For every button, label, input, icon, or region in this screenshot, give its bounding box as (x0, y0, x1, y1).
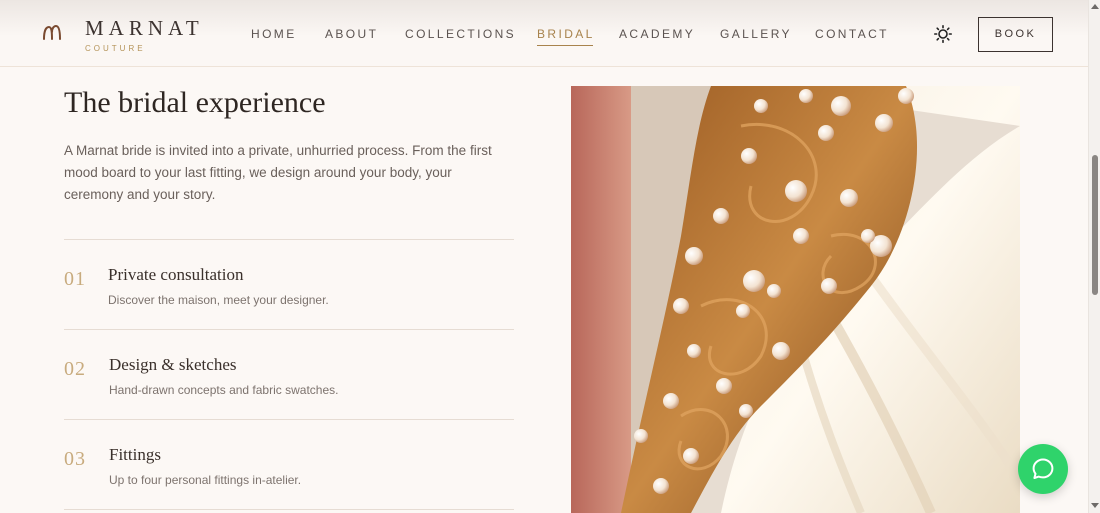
step-title: Fittings (109, 445, 161, 464)
nav-contact[interactable]: CONTACT (815, 27, 889, 41)
monogram-icon[interactable] (42, 22, 62, 42)
book-button[interactable]: BOOK (978, 17, 1053, 52)
step-description: Up to four personal fittings in-atelier. (109, 473, 302, 487)
page-title: The bridal experience (64, 86, 326, 119)
scroll-down-arrow-icon[interactable] (1091, 503, 1099, 509)
nav-bridal[interactable]: BRIDAL (537, 27, 595, 46)
sun-icon[interactable] (934, 25, 952, 43)
nav-about[interactable]: ABOUT (325, 27, 378, 41)
chat-bubble-icon (1032, 458, 1054, 479)
step-description: Hand-drawn concepts and fabric swatches. (109, 383, 339, 397)
nav-home[interactable]: HOME (251, 27, 297, 41)
nav-gallery[interactable]: GALLERY (720, 27, 792, 41)
nav-collections[interactable]: COLLECTIONS (405, 27, 516, 41)
divider (64, 509, 514, 511)
brand-tagline: COUTURE (85, 44, 146, 53)
step-number: 03 (64, 448, 86, 470)
step-item: 03 Fittings Up to four personal fittings… (64, 419, 514, 509)
scrollbar-thumb[interactable] (1092, 155, 1098, 295)
page-scrollbar[interactable] (1088, 0, 1100, 513)
step-title: Design & sketches (109, 355, 237, 374)
step-description: Discover the maison, meet your designer. (108, 293, 329, 307)
site-header: MARNAT COUTURE HOME ABOUT COLLECTIONS BR… (0, 0, 1088, 67)
brand-name[interactable]: MARNAT (85, 16, 204, 41)
intro-text: A Marnat bride is invited into a private… (64, 143, 492, 202)
step-item: 01 Private consultation Discover the mai… (64, 239, 514, 329)
nav-academy[interactable]: ACADEMY (619, 27, 695, 41)
chat-button[interactable] (1018, 444, 1068, 494)
scroll-up-arrow-icon[interactable] (1091, 3, 1099, 9)
process-steps: 01 Private consultation Discover the mai… (64, 239, 514, 511)
step-title: Private consultation (108, 265, 244, 284)
step-number: 01 (64, 268, 86, 290)
step-item: 02 Design & sketches Hand-drawn concepts… (64, 329, 514, 419)
step-number: 02 (64, 358, 86, 380)
bridal-embroidery-photo (571, 86, 1020, 513)
